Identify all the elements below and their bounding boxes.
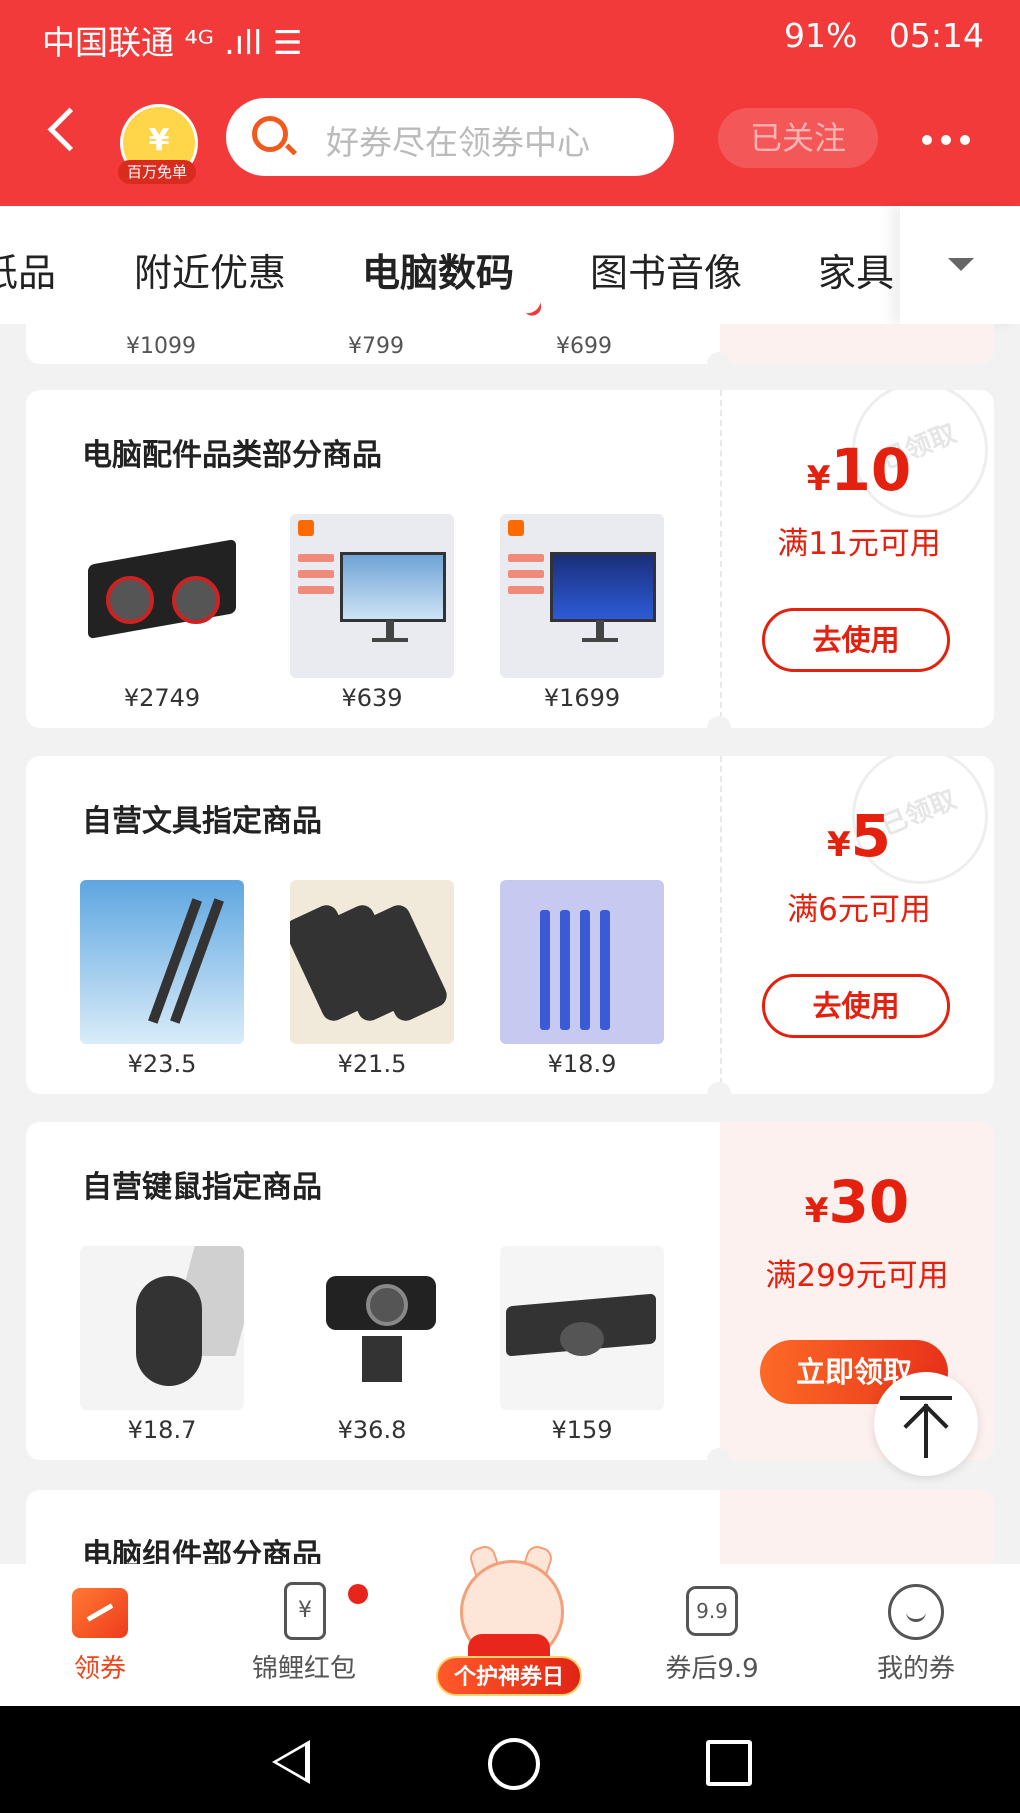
status-bar: 中国联通 ⁴ᴳ .ıll ☰ 91% 05:14 [0,0,1020,70]
product-item[interactable]: ¥159 [500,1246,664,1444]
badge-label: 百万免单 [118,160,196,184]
coupon-card-partial[interactable]: ¥1099 ¥799 ¥699 [26,324,994,364]
product-price: ¥699 [556,334,612,359]
nav-label: 券后9.9 [665,1654,759,1684]
active-tab-indicator [517,290,545,320]
back-triangle-icon[interactable] [272,1740,310,1784]
product-price: ¥1099 [126,334,196,359]
tab-paper[interactable]: 纸品 [0,242,56,297]
tab-nearby[interactable]: 附近优惠 [134,242,286,297]
chevron-down-icon[interactable] [900,206,1020,324]
product-item[interactable]: ¥1699 [500,514,664,712]
nav-coupon[interactable]: 领券 [0,1564,200,1706]
product-price: ¥21.5 [337,1050,407,1078]
follow-button[interactable]: 已关注 [718,108,878,168]
gel-pen-image [80,880,244,1044]
time-text: 05:14 [888,16,984,55]
coupon-amount: ¥10 [806,436,912,504]
nav-my-coupons[interactable]: 我的券 [816,1564,1016,1706]
use-coupon-button[interactable]: 去使用 [762,608,950,672]
red-packet-icon: ¥ [284,1582,326,1640]
product-item[interactable]: ¥18.7 [80,1246,244,1444]
product-price: ¥159 [551,1416,613,1444]
coupon-list: ¥1099 ¥799 ¥699 电脑配件品类部分商品 ¥2749 ¥639 ¥1… [0,324,1020,1564]
nav-after-coupon-99[interactable]: 9.9 券后9.9 [612,1564,812,1706]
price-99-icon: 9.9 [686,1586,738,1636]
curved-monitor-image [500,514,664,678]
nav-label: 锦鲤红包 [251,1654,356,1684]
search-icon [252,116,288,152]
coupon-side: 已领取 ¥10 满11元可用 去使用 [720,390,994,728]
nav-label: 领券 [73,1654,126,1684]
smile-icon [888,1584,944,1640]
keyboard-image [500,1246,664,1410]
tab-computer-digital[interactable]: 电脑数码 [362,242,514,297]
coupon-side [720,1490,994,1564]
monitor-image [290,514,454,678]
use-coupon-button[interactable]: 去使用 [762,974,950,1038]
product-price: ¥36.8 [337,1416,407,1444]
battery-text: 91% [784,16,858,55]
product-price: ¥18.7 [127,1416,197,1444]
product-price: ¥1699 [543,684,621,712]
product-price: ¥2749 [123,684,201,712]
coupon-title: 电脑配件品类部分商品 [82,438,382,473]
system-nav-bar [0,1706,1020,1813]
header: ¥ 百万免单 好券尽在领券中心 已关注 [0,70,1020,206]
notification-dot [348,1584,368,1604]
nav-red-packet[interactable]: ¥ 锦鲤红包 [204,1564,404,1706]
search-bar[interactable]: 好券尽在领券中心 [226,98,674,176]
coupon-condition: 满6元可用 [787,892,931,928]
coupon-amount: ¥5 [826,802,892,870]
coupon-title: 自营键鼠指定商品 [82,1170,322,1205]
carrier-text: 中国联通 ⁴ᴳ .ıll ☰ [42,23,303,62]
product-item[interactable]: ¥36.8 [290,1246,454,1444]
product-item[interactable]: ¥23.5 [80,880,244,1078]
coupon-title: 电脑组件部分商品 [82,1538,322,1564]
coupon-icon [72,1588,128,1638]
coupon-card[interactable]: 自营文具指定商品 ¥23.5 ¥21.5 ¥18.9 已领取 ¥5 满6元可用 … [26,756,994,1094]
mouse-image [80,1246,244,1410]
back-arrow-icon[interactable] [47,107,92,152]
product-item[interactable]: ¥2749 [80,514,244,712]
home-circle-icon[interactable] [488,1738,540,1790]
product-price: ¥799 [348,334,404,359]
more-icon[interactable] [922,130,979,149]
pencils-image [500,880,664,1044]
product-item[interactable]: ¥18.9 [500,880,664,1078]
coupon-condition: 满299元可用 [765,1258,949,1294]
coupon-amount: ¥30 [804,1168,910,1236]
product-item[interactable]: ¥639 [290,514,454,712]
coupon-condition: 满11元可用 [777,526,941,562]
coupon-title: 自营文具指定商品 [82,804,322,839]
product-item[interactable]: ¥21.5 [290,880,454,1078]
tab-books-music[interactable]: 图书音像 [590,242,742,297]
search-placeholder: 好券尽在领券中心 [326,123,590,162]
webcam-image [290,1246,454,1410]
graphics-card-image [80,514,244,678]
correction-tape-image [290,880,454,1044]
product-price: ¥23.5 [127,1050,197,1078]
status-right: 91% 05:14 [784,16,984,55]
coupon-card[interactable]: 电脑配件品类部分商品 ¥2749 ¥639 ¥1699 已领取 ¥10 满11元… [26,390,994,728]
nav-label: 我的券 [876,1654,955,1684]
product-price: ¥18.9 [547,1050,617,1078]
tab-furniture[interactable]: 家具 [818,242,894,297]
back-to-top-icon[interactable] [874,1372,978,1476]
nav-promo-label[interactable]: 个护神券日 [436,1656,582,1696]
category-tabs: 纸品 附近优惠 电脑数码 图书音像 家具 [0,206,1020,324]
coupon-side: 已领取 ¥5 满6元可用 去使用 [720,756,994,1094]
coupon-card[interactable]: 自营键鼠指定商品 ¥18.7 ¥36.8 ¥159 ¥30 满299元可用 立即… [26,1122,994,1460]
recents-square-icon[interactable] [706,1740,752,1786]
product-price: ¥639 [341,684,403,712]
